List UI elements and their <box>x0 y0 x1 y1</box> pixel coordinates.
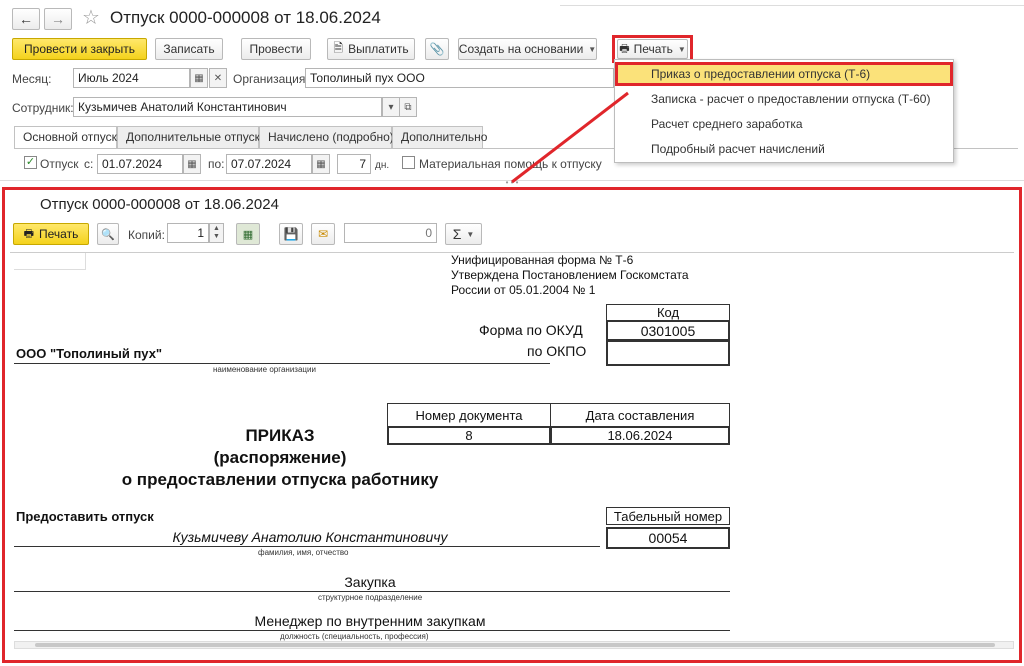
magnifier-icon: 🔍 <box>101 228 115 241</box>
position-underline <box>14 630 730 631</box>
okpo-label: по ОКПО <box>527 343 587 359</box>
employee-full-name: Кузьмичеву Анатолию Константиновичу <box>172 529 448 545</box>
form-header-line-2: Утверждена Постановлением Госкомстата <box>451 268 689 282</box>
scrollbar-thumb[interactable] <box>35 643 995 647</box>
doc-date-header: Дата составления <box>550 403 730 427</box>
form-header-line-1: Унифицированная форма № Т-6 <box>451 253 634 267</box>
tab-number-value: 00054 <box>606 527 730 549</box>
doc-title-3: о предоставлении отпуска работнику <box>121 470 439 489</box>
organization-name: ООО "Тополиный пух" <box>16 346 163 361</box>
position-value: Менеджер по внутренним закупкам <box>254 613 486 629</box>
employee-name-underline <box>14 546 600 547</box>
employee-name-caption: фамилия, имя, отчество <box>258 548 349 557</box>
copies-label: Копий: <box>128 228 165 242</box>
tab-number-header: Табельный номер <box>606 507 730 525</box>
send-email-button[interactable]: ✉ <box>311 223 335 245</box>
sigma-icon: Σ <box>452 226 462 242</box>
grant-vacation-label: Предоставить отпуск <box>16 509 154 524</box>
position-caption: должность (специальность, профессия) <box>280 632 429 641</box>
copies-field[interactable]: 1 <box>167 223 209 243</box>
organization-underline <box>14 363 550 364</box>
department-caption: структурное подразделение <box>318 593 423 602</box>
doc-title-2: (распоряжение) <box>213 448 347 467</box>
save-file-button[interactable]: 💾 <box>279 223 303 245</box>
organization-caption: наименование организации <box>213 365 316 374</box>
okpo-value-cell <box>606 340 730 366</box>
form-header-line-3: России от 05.01.2004 № 1 <box>451 283 596 297</box>
print-panel-print-button[interactable]: 🖶 Печать <box>13 223 89 245</box>
preview-button[interactable]: 🔍 <box>97 223 119 245</box>
department-underline <box>14 591 730 592</box>
okud-label: Форма по ОКУД <box>479 322 583 338</box>
doc-title-1: ПРИКАЗ <box>245 426 315 445</box>
spreadsheet-corner-cell <box>14 253 86 270</box>
sum-field: 0 <box>344 223 437 243</box>
floppy-icon: 💾 <box>283 227 299 241</box>
chevron-down-icon: ▼ <box>466 229 475 239</box>
envelope-icon: ✉ <box>317 227 329 241</box>
table-edit-icon: ▦ <box>242 228 254 241</box>
department-value: Закупка <box>344 574 396 590</box>
copies-stepper[interactable]: ▲ ▼ <box>209 223 224 243</box>
print-panel-title: Отпуск 0000-000008 от 18.06.2024 <box>40 196 279 213</box>
print-panel-print-label: Печать <box>39 227 79 241</box>
edit-table-button[interactable]: ▦ <box>236 223 260 245</box>
sum-function-button[interactable]: Σ ▼ <box>445 223 482 245</box>
doc-number-header: Номер документа <box>387 403 551 427</box>
doc-date-value: 18.06.2024 <box>550 426 730 445</box>
code-header-cell: Код <box>606 304 730 321</box>
printer-icon: 🖶 <box>23 227 35 240</box>
okud-value-cell: 0301005 <box>606 320 730 341</box>
horizontal-scrollbar[interactable] <box>14 641 1014 649</box>
